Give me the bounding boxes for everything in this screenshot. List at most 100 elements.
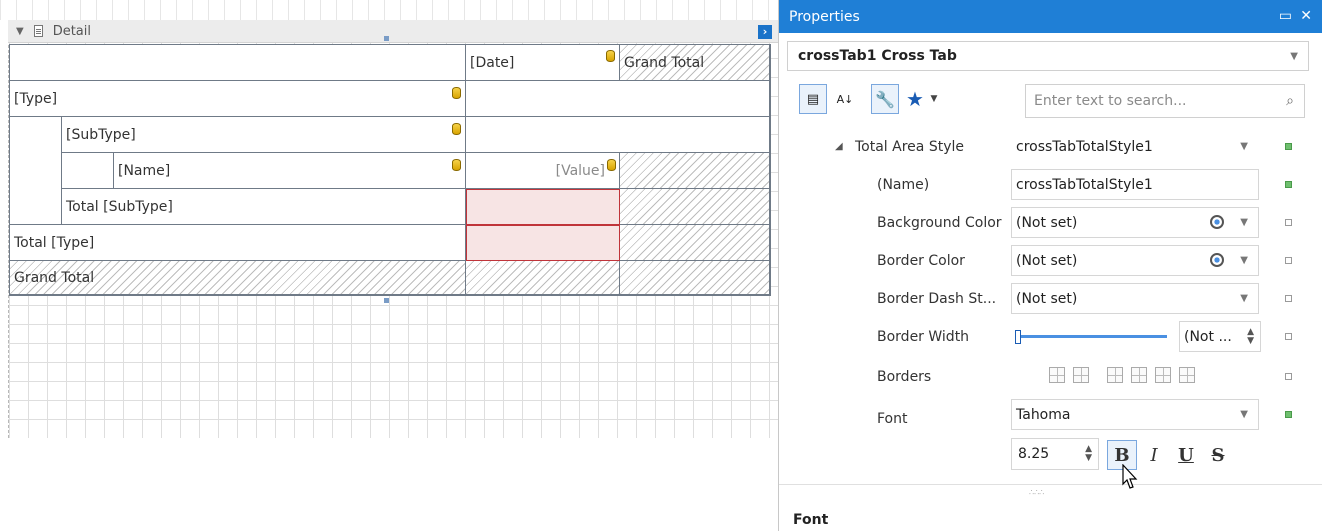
left-border-icon[interactable]: [1107, 367, 1123, 383]
crosstab-grand-total-row-header[interactable]: Grand Total: [10, 261, 466, 295]
slider-track: [1015, 335, 1167, 338]
value-cell-text: [Value]: [555, 162, 605, 179]
font-size-value: 8.25: [1018, 446, 1050, 462]
strikeout-button[interactable]: S: [1203, 440, 1233, 470]
spin-arrows-icon[interactable]: ▲ ▼: [1247, 327, 1254, 346]
crosstab-grand-total-cell[interactable]: [620, 261, 770, 295]
crosstab-grand-total-cell[interactable]: [620, 153, 770, 189]
crosstab-data-cell[interactable]: [Value]: [466, 153, 620, 189]
property-row-border-dash-style[interactable]: Border Dash St... (Not set) ▼: [779, 281, 1322, 317]
crosstab-control[interactable]: [Date] Grand Total [Type] [SubType] [Nam…: [9, 44, 771, 296]
database-field-icon: [452, 159, 461, 171]
property-unset-marker: [1285, 333, 1292, 340]
detail-band-header[interactable]: ▼ Detail ›: [8, 20, 778, 43]
crosstab-subtype-span-cell[interactable]: [62, 153, 114, 189]
maximize-icon[interactable]: ▭: [1279, 8, 1292, 24]
chevron-down-icon[interactable]: ▼: [1240, 293, 1248, 304]
close-icon[interactable]: ✕: [1300, 8, 1312, 24]
italic-button[interactable]: I: [1139, 440, 1169, 470]
crosstab-empty-cell[interactable]: [466, 117, 770, 153]
name-row-text: [Name]: [118, 162, 171, 179]
crosstab-total-type-header[interactable]: Total [Type]: [10, 225, 466, 261]
property-row-background-color[interactable]: Background Color (Not set) ▼: [779, 205, 1322, 241]
crosstab-type-span-cell[interactable]: [10, 117, 62, 225]
favorites-button[interactable]: ★: [901, 84, 929, 114]
grand-total-row-text: Grand Total: [14, 269, 95, 286]
font-size-spin[interactable]: 8.25 ▲ ▼: [1011, 438, 1099, 470]
collapse-icon[interactable]: ◢: [835, 141, 843, 152]
band-icon: [33, 25, 43, 37]
top-border-icon[interactable]: [1131, 367, 1147, 383]
resize-handle[interactable]: [384, 298, 389, 303]
band-label: Detail: [52, 23, 91, 39]
border-color-value[interactable]: (Not set) ▼: [1011, 245, 1259, 276]
properties-panel[interactable]: Properties ▭ ✕ crossTab1 Cross Tab ▼ ▤ A…: [778, 0, 1322, 531]
crosstab-total-subtype-header[interactable]: Total [SubType]: [62, 189, 466, 225]
property-value-text: (Not set): [1016, 214, 1078, 231]
chevron-down-icon[interactable]: ▼: [1290, 51, 1298, 62]
property-row-name[interactable]: (Name) crossTabTotalStyle1: [779, 167, 1322, 203]
splitter-grip-icon[interactable]: ∴∴∴: [1029, 488, 1044, 497]
collapse-band-icon[interactable]: ▼: [16, 26, 24, 37]
underline-icon: U: [1178, 444, 1194, 466]
property-row-border-width[interactable]: Border Width (Not ... ▲ ▼: [779, 319, 1322, 355]
name-value-field[interactable]: crossTabTotalStyle1: [1011, 169, 1259, 200]
crosstab-column-header-date[interactable]: [Date]: [466, 45, 620, 81]
database-field-icon: [606, 50, 615, 62]
bottom-border-icon[interactable]: [1179, 367, 1195, 383]
spin-arrows-icon[interactable]: ▲ ▼: [1085, 445, 1092, 463]
no-borders-icon[interactable]: [1073, 367, 1089, 383]
alphabetical-sort-button[interactable]: A↓: [831, 84, 859, 114]
chevron-down-icon[interactable]: ▼: [1240, 141, 1248, 152]
crosstab-total-cell-selected[interactable]: [466, 225, 620, 261]
search-input[interactable]: Enter text to search... ⌕: [1025, 84, 1305, 118]
strikeout-icon: S: [1211, 444, 1225, 466]
border-width-slider[interactable]: [1015, 330, 1167, 344]
chevron-down-icon[interactable]: ▼: [1240, 217, 1248, 228]
properties-toolbar: ▤ A↓ 🔧 ★ ▼ Enter text to search... ⌕: [799, 84, 1309, 118]
properties-view-button[interactable]: 🔧: [871, 84, 899, 114]
favorites-dropdown[interactable]: ▼: [927, 84, 941, 114]
smart-tag-button[interactable]: ›: [758, 25, 772, 39]
property-unset-marker: [1285, 373, 1292, 380]
property-value-text: crossTabTotalStyle1: [1016, 138, 1153, 155]
crosstab-total-cell-selected[interactable]: [466, 189, 620, 225]
report-designer-surface[interactable]: ▼ Detail › [Date] Grand Total [Type] [Su…: [0, 0, 778, 531]
crosstab-row-header-name[interactable]: [Name]: [114, 153, 466, 189]
total-area-style-value[interactable]: crossTabTotalStyle1 ▼: [1011, 131, 1259, 162]
border-dash-style-value[interactable]: (Not set) ▼: [1011, 283, 1259, 314]
font-name-select[interactable]: Tahoma ▼: [1011, 399, 1259, 430]
description-title: Font: [793, 512, 829, 528]
crosstab-grand-total-cell[interactable]: [620, 225, 770, 261]
slider-thumb[interactable]: [1015, 330, 1021, 344]
property-label: Font: [877, 411, 908, 427]
grand-total-column-text: Grand Total: [624, 54, 705, 71]
font-style-bar: 8.25 ▲ ▼ B I U S: [1011, 438, 1271, 472]
color-picker-icon[interactable]: [1210, 253, 1224, 267]
background-color-value[interactable]: (Not set) ▼: [1011, 207, 1259, 238]
property-row-border-color[interactable]: Border Color (Not set) ▼: [779, 243, 1322, 279]
property-row-total-area-style[interactable]: ◢ Total Area Style crossTabTotalStyle1 ▼: [779, 129, 1322, 165]
object-selector[interactable]: crossTab1 Cross Tab ▼: [787, 41, 1309, 71]
underline-button[interactable]: U: [1171, 440, 1201, 470]
property-value-text: Tahoma: [1016, 406, 1071, 423]
chevron-down-icon[interactable]: ▼: [1240, 255, 1248, 266]
all-borders-icon[interactable]: [1049, 367, 1065, 383]
chevron-down-icon[interactable]: ▼: [1240, 409, 1248, 420]
property-row-borders[interactable]: Borders: [779, 359, 1322, 395]
crosstab-row-header-type[interactable]: [Type]: [10, 81, 466, 117]
crosstab-corner-cell[interactable]: [10, 45, 466, 81]
categorized-view-button[interactable]: ▤: [799, 84, 827, 114]
crosstab-empty-cell[interactable]: [466, 81, 770, 117]
crosstab-grand-total-cell[interactable]: [466, 261, 620, 295]
crosstab-grand-total-column[interactable]: Grand Total: [620, 45, 770, 81]
color-picker-icon[interactable]: [1210, 215, 1224, 229]
crosstab-row-header-subtype[interactable]: [SubType]: [62, 117, 466, 153]
right-border-icon[interactable]: [1155, 367, 1171, 383]
crosstab-grand-total-cell[interactable]: [620, 189, 770, 225]
resize-handle[interactable]: [384, 36, 389, 41]
search-icon: ⌕: [1286, 93, 1294, 109]
border-width-spin[interactable]: (Not ... ▲ ▼: [1179, 321, 1261, 352]
property-set-marker: [1285, 411, 1292, 418]
property-row-font[interactable]: Font Tahoma ▼: [779, 397, 1322, 433]
